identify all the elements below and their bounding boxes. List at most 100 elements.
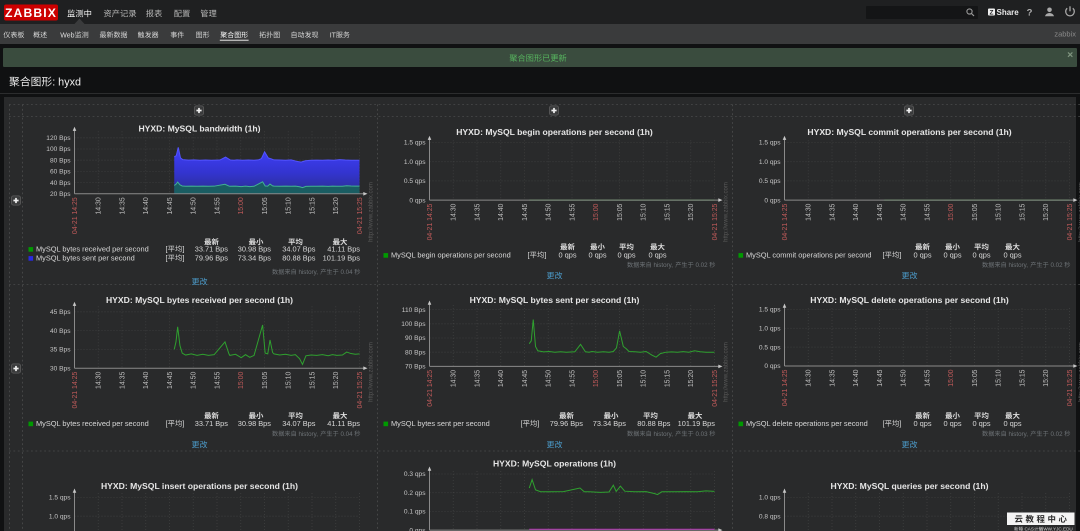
svg-text:14:45: 14:45 <box>877 369 884 386</box>
svg-text:1.5 qps: 1.5 qps <box>49 495 71 502</box>
svg-text:14:35: 14:35 <box>119 197 126 214</box>
svg-text:41.11 Bps: 41.11 Bps <box>327 419 360 428</box>
svg-text:14:30: 14:30 <box>806 369 813 386</box>
svg-text:HYXD: MySQL bandwidth (1h): HYXD: MySQL bandwidth (1h) <box>138 124 260 134</box>
svg-text:45 Bps: 45 Bps <box>50 309 71 316</box>
svg-text:04-21 14:25: 04-21 14:25 <box>72 197 79 234</box>
svg-text:14:40: 14:40 <box>853 369 860 386</box>
svg-text:MySQL commit operations per se: MySQL commit operations per second <box>746 251 871 260</box>
svg-text:history,: history, <box>298 431 318 438</box>
svg-text:15:05: 15:05 <box>617 370 624 387</box>
svg-text:15:00: 15:00 <box>238 372 245 389</box>
svg-text:14:35: 14:35 <box>474 203 481 220</box>
svg-text:15:10: 15:10 <box>641 203 648 220</box>
svg-text:04-21 14:25: 04-21 14:25 <box>427 370 434 407</box>
svg-text:0.5 qps: 0.5 qps <box>404 178 426 185</box>
svg-text:]: ] <box>899 419 901 428</box>
svg-text:0 qps: 0 qps <box>764 197 781 204</box>
svg-text:15:10: 15:10 <box>286 372 293 389</box>
svg-text:15:20: 15:20 <box>1043 369 1050 386</box>
svg-text:15:15: 15:15 <box>1019 369 1026 386</box>
svg-text:120 Bps: 120 Bps <box>46 135 71 142</box>
svg-text:15:05: 15:05 <box>262 372 269 389</box>
svg-text:history,: history, <box>653 431 673 438</box>
svg-text:history,: history, <box>1008 431 1028 438</box>
svg-text:14:50: 14:50 <box>191 197 198 214</box>
svg-text:http://www.zabbix.com: http://www.zabbix.com <box>724 342 730 402</box>
svg-text:15:20: 15:20 <box>688 203 695 220</box>
svg-text:79.96 Bps: 79.96 Bps <box>550 419 584 428</box>
svg-text:HYXD: MySQL commit operations: HYXD: MySQL commit operations per second… <box>807 127 1011 137</box>
svg-text:IT: IT <box>330 32 337 39</box>
svg-text:14:40: 14:40 <box>498 203 505 220</box>
svg-text:MySQL bytes received per secon: MySQL bytes received per second <box>36 419 149 428</box>
svg-text:14:55: 14:55 <box>924 369 931 386</box>
svg-text:110 Bps: 110 Bps <box>402 307 426 314</box>
svg-text:0 qps: 0 qps <box>648 251 666 260</box>
svg-text:14:55: 14:55 <box>214 372 221 389</box>
svg-text:0.2 qps: 0.2 qps <box>404 490 426 497</box>
svg-text:14:40: 14:40 <box>853 203 860 220</box>
svg-text:ZABBIX: ZABBIX <box>5 6 57 20</box>
svg-text:14:30: 14:30 <box>96 197 103 214</box>
svg-text:15:10: 15:10 <box>996 203 1003 220</box>
svg-text:CAS: CAS <box>1024 527 1033 531</box>
svg-text:15:00: 15:00 <box>238 197 245 214</box>
svg-text:MySQL delete operations per se: MySQL delete operations per second <box>746 419 868 428</box>
svg-text:1.0 qps: 1.0 qps <box>404 159 426 166</box>
svg-text:0.1 qps: 0.1 qps <box>404 509 426 516</box>
svg-text:[: [ <box>166 254 168 263</box>
svg-text:Web: Web <box>60 32 74 39</box>
svg-text:15:10: 15:10 <box>996 369 1003 386</box>
svg-text:HYXD: MySQL bytes sent per sec: HYXD: MySQL bytes sent per second (1h) <box>470 295 640 305</box>
svg-text:04-21 14:25: 04-21 14:25 <box>72 372 79 409</box>
svg-text:30.98 Bps: 30.98 Bps <box>238 245 272 254</box>
svg-text:15:15: 15:15 <box>309 372 316 389</box>
svg-text:15:00: 15:00 <box>593 203 600 220</box>
svg-text:history,: history, <box>1008 262 1028 269</box>
svg-text:http://www.zabbix.com: http://www.zabbix.com <box>724 182 730 242</box>
svg-text:15:10: 15:10 <box>641 370 648 387</box>
svg-text:04-21 14:25: 04-21 14:25 <box>782 203 789 240</box>
svg-text:0 qps: 0 qps <box>617 251 635 260</box>
svg-text:0 qps: 0 qps <box>409 197 426 204</box>
svg-text:14:45: 14:45 <box>167 197 174 214</box>
svg-text:33.71 Bps: 33.71 Bps <box>195 419 229 428</box>
svg-text:15:00: 15:00 <box>948 369 955 386</box>
svg-text:101.19 Bps: 101.19 Bps <box>323 254 361 263</box>
svg-text:: hyxd: : hyxd <box>52 77 81 89</box>
svg-text:14:35: 14:35 <box>829 369 836 386</box>
svg-text:15:15: 15:15 <box>1019 203 1026 220</box>
svg-text:15:15: 15:15 <box>309 197 316 214</box>
svg-text:Share: Share <box>997 8 1020 17</box>
svg-text:34.07 Bps: 34.07 Bps <box>282 419 316 428</box>
svg-text:100 Bps: 100 Bps <box>46 146 71 153</box>
svg-text:1.5 qps: 1.5 qps <box>404 140 426 147</box>
svg-text:0.02: 0.02 <box>696 262 709 269</box>
svg-text:14:40: 14:40 <box>143 372 150 389</box>
svg-text:14:45: 14:45 <box>522 203 529 220</box>
svg-text:]: ] <box>182 245 184 254</box>
svg-text:0 qps: 0 qps <box>943 419 961 428</box>
svg-text:15:05: 15:05 <box>262 197 269 214</box>
svg-text:40 Bps: 40 Bps <box>50 328 71 335</box>
svg-text:0 qps: 0 qps <box>1003 251 1021 260</box>
svg-text:1.0 qps: 1.0 qps <box>49 513 71 520</box>
svg-text:1.0 qps: 1.0 qps <box>759 495 781 502</box>
svg-text:73.34 Bps: 73.34 Bps <box>238 254 272 263</box>
svg-text:30.98 Bps: 30.98 Bps <box>238 419 272 428</box>
svg-text:14:50: 14:50 <box>901 203 908 220</box>
svg-text:04-21 15:25: 04-21 15:25 <box>1067 203 1074 240</box>
svg-text:04-21 14:25: 04-21 14:25 <box>782 369 789 406</box>
svg-text:[: [ <box>528 251 530 260</box>
svg-text:14:55: 14:55 <box>214 197 221 214</box>
svg-text:15:10: 15:10 <box>286 197 293 214</box>
svg-text:0 qps: 0 qps <box>943 251 961 260</box>
svg-text:[: [ <box>883 251 885 260</box>
svg-text:73.34 Bps: 73.34 Bps <box>593 419 627 428</box>
svg-text:0.02: 0.02 <box>1051 431 1064 438</box>
svg-text:0 qps: 0 qps <box>588 251 606 260</box>
svg-text:MySQL bytes sent per second: MySQL bytes sent per second <box>391 419 490 428</box>
svg-text:100 Bps: 100 Bps <box>401 321 426 328</box>
svg-text:Z: Z <box>990 9 994 16</box>
